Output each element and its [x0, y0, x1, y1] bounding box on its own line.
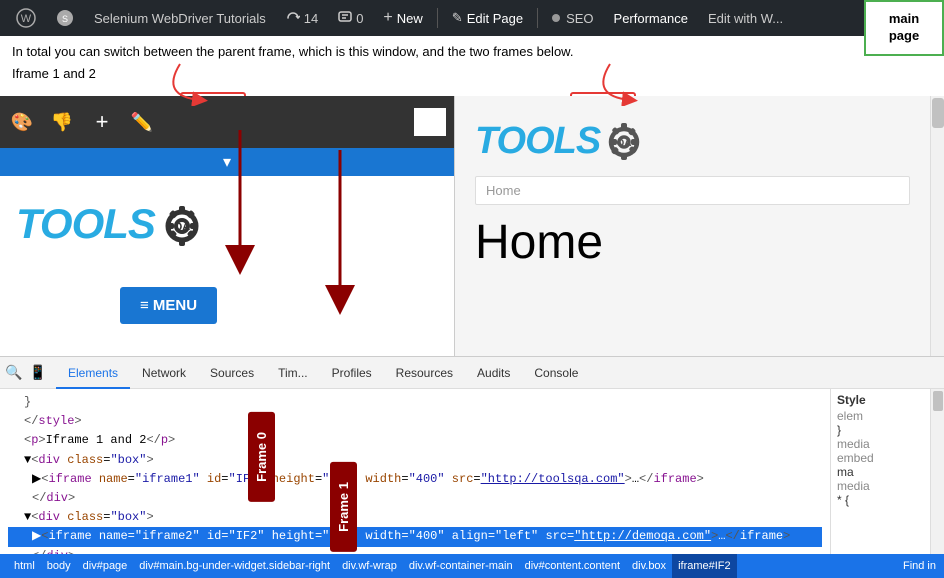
devtools-styles-sidebar: Style elem } media embed ma media * { — [830, 389, 930, 554]
ma-label: ma — [837, 465, 924, 479]
breadcrumb-divbox[interactable]: div.box — [626, 554, 672, 578]
breadcrumb-bar: html body div#page div#main.bg-under-wid… — [0, 554, 944, 578]
iframe-subtitle: Iframe 1 and 2 — [12, 64, 932, 84]
iframe1-home-heading: Home — [475, 215, 910, 270]
devtools-body: } </style> <p>Iframe 1 and 2</p> ▼<div c… — [0, 389, 944, 554]
tab-elements[interactable]: Elements — [56, 357, 130, 389]
code-line-8[interactable]: ▶<iframe name="iframe2" id="IF2" height=… — [8, 527, 822, 546]
site-name[interactable]: Selenium WebDriver Tutorials — [86, 0, 274, 36]
code-line-1: } — [8, 393, 822, 412]
white-box — [414, 108, 446, 136]
refresh-icon — [286, 11, 300, 25]
top-bar: W S Selenium WebDriver Tutorials 14 0 + … — [0, 0, 944, 36]
code-line-3: <p>Iframe 1 and 2</p> — [8, 431, 822, 450]
breadcrumb-main[interactable]: div#main.bg-under-widget.sidebar-right — [133, 554, 336, 578]
main-page-box: mainpage — [864, 0, 944, 56]
styles-label: Style — [837, 393, 924, 407]
svg-text:W: W — [21, 13, 32, 25]
close-brace: } — [837, 423, 924, 437]
tab-console[interactable]: Console — [522, 357, 590, 389]
plus-icon: + — [383, 9, 392, 27]
breadcrumb-wfcontainer[interactable]: div.wf-container-main — [403, 554, 519, 578]
pencil-icon[interactable]: ✏️ — [128, 108, 156, 136]
thumb-down-icon[interactable]: 👎 — [48, 108, 76, 136]
edit-icon: ✎ — [452, 10, 463, 26]
code-line-7: ▼<div class="box"> — [8, 508, 822, 527]
devtools-scrollbar[interactable] — [930, 389, 944, 554]
code-line-4: ▼<div class="box"> — [8, 451, 822, 470]
updates-button[interactable]: 14 — [278, 0, 326, 36]
page-area: In total you can switch between the pare… — [0, 36, 944, 96]
site-icon[interactable]: S — [48, 0, 82, 36]
frame0-label: Frame 0 — [248, 412, 275, 502]
breadcrumb-body[interactable]: body — [41, 554, 77, 578]
breadcrumb-iframe-if2[interactable]: iframe#IF2 — [672, 554, 737, 578]
devtools-device-button[interactable]: 📱 — [28, 363, 48, 383]
gear-qa-icon-1: QA — [600, 116, 672, 166]
seo-button[interactable]: SEO — [544, 0, 601, 36]
gear-qa-icon: QA — [155, 196, 235, 251]
code-line-5: ▶<iframe name="iframe1" id="IF1" height=… — [8, 470, 822, 489]
code-line-9: </div> — [8, 547, 822, 555]
tab-profiles[interactable]: Profiles — [320, 357, 384, 389]
wp-logo[interactable]: W — [8, 0, 44, 36]
chevron-down-icon: ▾ — [223, 152, 231, 172]
site-favicon: S — [56, 9, 74, 27]
media-label: media — [837, 437, 924, 451]
devtools-tabs: 🔍 📱 Elements Network Sources Tim... Prof… — [0, 357, 944, 389]
elem-label: elem — [837, 409, 924, 423]
page-description: In total you can switch between the pare… — [12, 42, 932, 62]
wordpress-icon: W — [16, 8, 36, 28]
devtools-panel: 🔍 📱 Elements Network Sources Tim... Prof… — [0, 356, 944, 554]
edit-page-button[interactable]: ✎ Edit Page — [444, 0, 531, 36]
comments-button[interactable]: 0 — [330, 0, 371, 36]
svg-text:QA: QA — [617, 138, 632, 149]
devtools-code-panel: } </style> <p>Iframe 1 and 2</p> ▼<div c… — [0, 389, 830, 554]
tab-network[interactable]: Network — [130, 357, 198, 389]
breadcrumb-wfwrap[interactable]: div.wf-wrap — [336, 554, 403, 578]
embed-label: embed — [837, 451, 924, 465]
divider — [437, 8, 438, 28]
iframe1-logo: TOOLS QA — [455, 96, 930, 176]
comment-icon — [338, 11, 352, 25]
iframe-scrollbar[interactable] — [930, 96, 944, 356]
tab-audits[interactable]: Audits — [465, 357, 522, 389]
tab-timeline[interactable]: Tim... — [266, 357, 320, 389]
iframe0-chevron[interactable]: ▾ — [0, 148, 454, 176]
iframe1-content: TOOLS QA Home — [455, 96, 930, 356]
tab-sources[interactable]: Sources — [198, 357, 266, 389]
add-icon[interactable]: + — [88, 108, 116, 136]
seo-dot — [552, 14, 560, 22]
divider2 — [537, 8, 538, 28]
edit-with-button[interactable]: Edit with W... — [700, 0, 791, 36]
iframe0-content: 🎨 👎 + ✏️ ▾ TOOLS — [0, 96, 455, 356]
performance-button[interactable]: Performance — [606, 0, 696, 36]
media-label2: media — [837, 479, 924, 493]
breadcrumb-html[interactable]: html — [8, 554, 41, 578]
star-rule: * { — [837, 493, 924, 507]
code-line-2: </style> — [8, 412, 822, 431]
breadcrumb-page[interactable]: div#page — [77, 554, 134, 578]
iframe0-logo: TOOLS QA — [0, 176, 454, 271]
devtools-search-button[interactable]: 🔍 — [4, 363, 24, 383]
iframe0-toolbar: 🎨 👎 + ✏️ — [0, 96, 454, 148]
breadcrumb-content[interactable]: div#content.content — [519, 554, 626, 578]
new-button[interactable]: + New — [375, 0, 430, 36]
code-line-6: </div> — [8, 489, 822, 508]
palette-icon[interactable]: 🎨 — [8, 108, 36, 136]
frame1-label: Frame 1 — [330, 462, 357, 552]
tab-resources[interactable]: Resources — [384, 357, 465, 389]
iframe0-menu-button[interactable]: ≡ MENU — [120, 287, 217, 324]
iframe1-home-input: Home — [475, 176, 910, 205]
svg-text:S: S — [62, 14, 68, 24]
svg-text:QA: QA — [174, 221, 191, 233]
iframes-row: 🎨 👎 + ✏️ ▾ TOOLS — [0, 96, 944, 356]
